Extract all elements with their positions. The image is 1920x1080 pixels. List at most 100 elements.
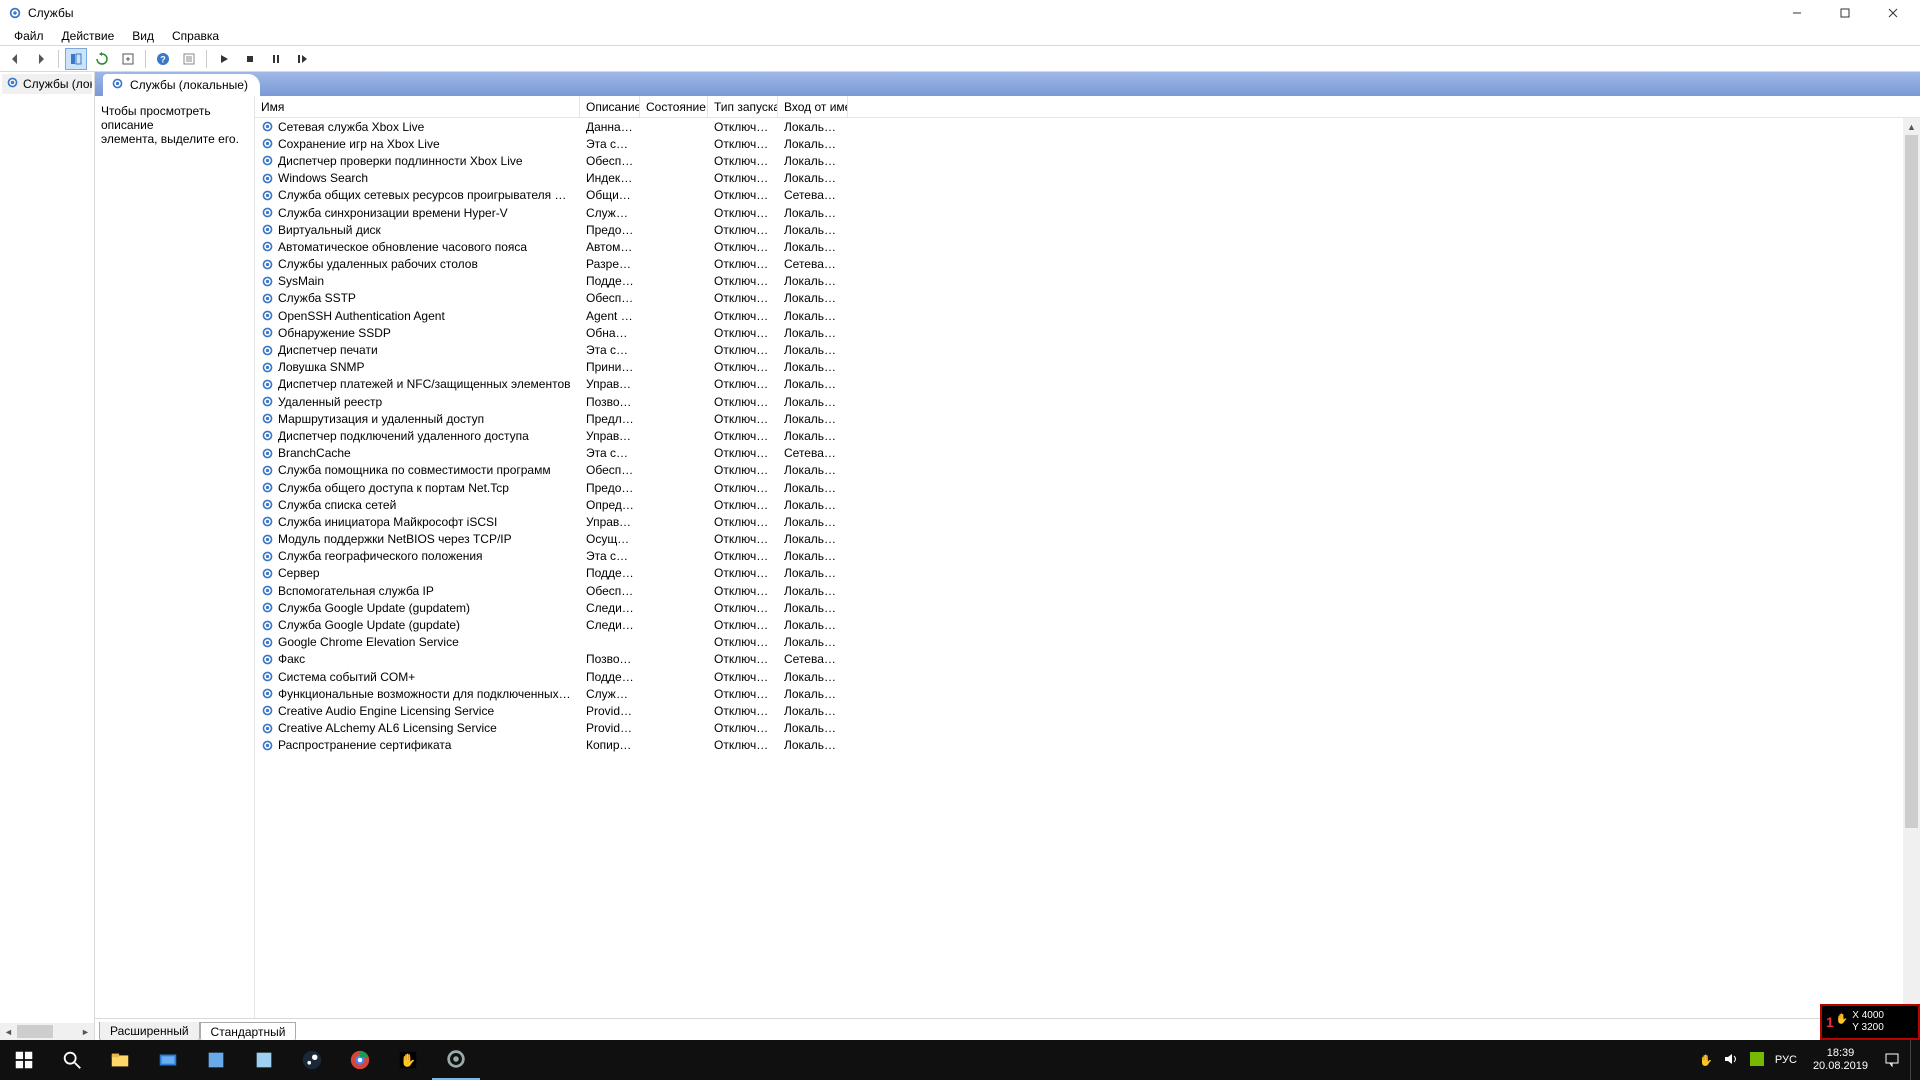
service-row[interactable]: Служба Google Update (gupdate)Следите ..…	[255, 616, 1920, 633]
nav-back-button[interactable]	[4, 48, 26, 70]
service-row[interactable]: Служба списка сетейОпредел...ОтключенаЛо…	[255, 496, 1920, 513]
service-name: Сервер	[278, 566, 574, 580]
coord-x: X 4000	[1852, 1010, 1884, 1022]
service-name: Служба синхронизации времени Hyper-V	[278, 206, 574, 220]
tab-extended[interactable]: Расширенный	[99, 1022, 200, 1041]
column-header-description[interactable]: Описание	[580, 96, 640, 117]
service-row[interactable]: Windows SearchИндекси...ОтключенаЛокальн…	[255, 170, 1920, 187]
service-row[interactable]: Диспетчер подключений удаленного доступа…	[255, 427, 1920, 444]
service-row[interactable]: Диспетчер платежей и NFC/защищенных элем…	[255, 376, 1920, 393]
taskbar-app-chrome[interactable]	[336, 1040, 384, 1080]
refresh-button[interactable]	[91, 48, 113, 70]
service-row[interactable]: Creative Audio Engine Licensing ServiceP…	[255, 702, 1920, 719]
scroll-right-icon[interactable]: ►	[77, 1023, 94, 1040]
service-row[interactable]: Служба общего доступа к портам Net.TcpПр…	[255, 479, 1920, 496]
stop-service-button[interactable]	[239, 48, 261, 70]
service-row[interactable]: Служба синхронизации времени Hyper-V Служ…	[255, 204, 1920, 221]
tree-item-services-local[interactable]: Службы (локал	[2, 74, 92, 94]
service-description: Следите ...	[580, 601, 640, 615]
service-row[interactable]: Модуль поддержки NetBIOS через TCP/IPОсу…	[255, 531, 1920, 548]
taskbar-app-screenkeyboard[interactable]	[144, 1040, 192, 1080]
properties-button[interactable]	[178, 48, 200, 70]
service-row[interactable]: Вспомогательная служба IPОбеспеч...Отклю…	[255, 582, 1920, 599]
taskbar-app-steam[interactable]	[288, 1040, 336, 1080]
show-hide-tree-button[interactable]	[65, 48, 87, 70]
scroll-left-icon[interactable]: ◄	[0, 1023, 17, 1040]
service-startup-type: Отключена	[708, 171, 778, 185]
service-row[interactable]: Маршрутизация и удаленный доступПредлага…	[255, 410, 1920, 427]
service-row[interactable]: Сетевая служба Xbox LiveДанная с...Отклю…	[255, 118, 1920, 135]
service-row[interactable]: BranchCacheЭта служ...ОтключенаСетевая с…	[255, 445, 1920, 462]
service-row[interactable]: Ловушка SNMPПринима...ОтключенаЛокальная…	[255, 359, 1920, 376]
close-button[interactable]	[1870, 0, 1916, 26]
service-row[interactable]: Служба SSTPОбеспеч...ОтключенаЛокальная …	[255, 290, 1920, 307]
scrollbar-thumb[interactable]	[1905, 135, 1918, 828]
menu-help[interactable]: Справка	[164, 28, 227, 44]
service-row[interactable]: Система событий COM+Поддерж...ОтключенаЛ…	[255, 668, 1920, 685]
start-service-button[interactable]	[213, 48, 235, 70]
service-row[interactable]: OpenSSH Authentication AgentAgent to ...…	[255, 307, 1920, 324]
pause-service-button[interactable]	[265, 48, 287, 70]
scroll-up-icon[interactable]: ▲	[1903, 118, 1920, 135]
tray-icon-notifications[interactable]	[1884, 1051, 1900, 1070]
service-icon	[261, 739, 274, 752]
search-button[interactable]	[48, 1040, 96, 1080]
tray-language-indicator[interactable]: РУС	[1775, 1054, 1797, 1066]
service-row[interactable]: Служба географического положенияЭта служ…	[255, 548, 1920, 565]
service-row[interactable]: Creative ALchemy AL6 Licensing ServicePr…	[255, 720, 1920, 737]
service-description: Служба с...	[580, 206, 640, 220]
taskbar-app-services[interactable]	[432, 1040, 480, 1080]
service-row[interactable]: Служба инициатора Майкрософт iSCSIУправл…	[255, 513, 1920, 530]
tray-icon-nvidia[interactable]	[1749, 1051, 1765, 1070]
service-row[interactable]: Функциональные возможности для подключен…	[255, 685, 1920, 702]
column-header-startup[interactable]: Тип запуска	[708, 96, 778, 117]
taskbar-app-bloody[interactable]: ✋	[384, 1040, 432, 1080]
panel-tab-active[interactable]: Службы (локальные)	[103, 74, 260, 96]
taskbar-app-generic-1[interactable]	[192, 1040, 240, 1080]
description-text-line: элемента, выделите его.	[101, 132, 248, 146]
column-header-status[interactable]: Состояние	[640, 96, 708, 117]
menu-view[interactable]: Вид	[124, 28, 162, 44]
export-list-button[interactable]	[117, 48, 139, 70]
restart-service-button[interactable]	[291, 48, 313, 70]
tab-standard[interactable]: Стандартный	[200, 1022, 297, 1041]
service-row[interactable]: Диспетчер печатиЭта служ...ОтключенаЛока…	[255, 341, 1920, 358]
start-button[interactable]	[0, 1040, 48, 1080]
service-row[interactable]: СерверПоддерж...ОтключенаЛокальная с...	[255, 565, 1920, 582]
service-row[interactable]: Служба Google Update (gupdatem)Следите .…	[255, 599, 1920, 616]
tray-icon-volume[interactable]	[1723, 1051, 1739, 1070]
horizontal-scrollbar[interactable]: ◄ ►	[0, 1023, 94, 1040]
vertical-scrollbar[interactable]: ▲ ▼	[1903, 118, 1920, 1018]
service-row[interactable]: Служба общих сетевых ресурсов проигрыват…	[255, 187, 1920, 204]
tray-clock[interactable]: 18:39 20.08.2019	[1807, 1047, 1874, 1073]
service-name: Диспетчер платежей и NFC/защищенных элем…	[278, 377, 574, 391]
tray-icon-bloody[interactable]: ✋	[1699, 1054, 1713, 1067]
taskbar-app-generic-2[interactable]	[240, 1040, 288, 1080]
minimize-button[interactable]	[1774, 0, 1820, 26]
service-logon-as: Локальная с...	[778, 498, 848, 512]
nav-forward-button[interactable]	[30, 48, 52, 70]
service-row[interactable]: Виртуальный дискПредост...ОтключенаЛокал…	[255, 221, 1920, 238]
service-row[interactable]: Диспетчер проверки подлинности Xbox Live…	[255, 152, 1920, 169]
service-row[interactable]: Удаленный реестрПозволя...ОтключенаЛокал…	[255, 393, 1920, 410]
service-row[interactable]: Обнаружение SSDPОбнаруж...ОтключенаЛокал…	[255, 324, 1920, 341]
service-row[interactable]: Сохранение игр на Xbox LiveЭта служ...От…	[255, 135, 1920, 152]
service-row[interactable]: SysMainПоддерж...ОтключенаЛокальная с...	[255, 273, 1920, 290]
service-description: Обнаруж...	[580, 326, 640, 340]
maximize-button[interactable]	[1822, 0, 1868, 26]
service-row[interactable]: Служба помощника по совместимости програ…	[255, 462, 1920, 479]
service-row[interactable]: Распространение сертификатаКопируе...Отк…	[255, 737, 1920, 754]
column-header-logon[interactable]: Вход от име...	[778, 96, 848, 117]
menu-file[interactable]: Файл	[6, 28, 52, 44]
service-name: Удаленный реестр	[278, 395, 574, 409]
service-row[interactable]: Автоматическое обновление часового пояса…	[255, 238, 1920, 255]
service-row[interactable]: Google Chrome Elevation ServiceОтключена…	[255, 634, 1920, 651]
taskbar-app-explorer[interactable]	[96, 1040, 144, 1080]
service-row[interactable]: Службы удаленных рабочих столовРазреша..…	[255, 256, 1920, 273]
scrollbar-thumb[interactable]	[17, 1025, 53, 1038]
show-desktop-button[interactable]	[1910, 1040, 1916, 1080]
menu-action[interactable]: Действие	[54, 28, 123, 44]
column-header-name[interactable]: Имя	[255, 96, 580, 117]
service-row[interactable]: ФаксПозволя...ОтключенаСетевая слу...	[255, 651, 1920, 668]
help-button[interactable]: ?	[152, 48, 174, 70]
